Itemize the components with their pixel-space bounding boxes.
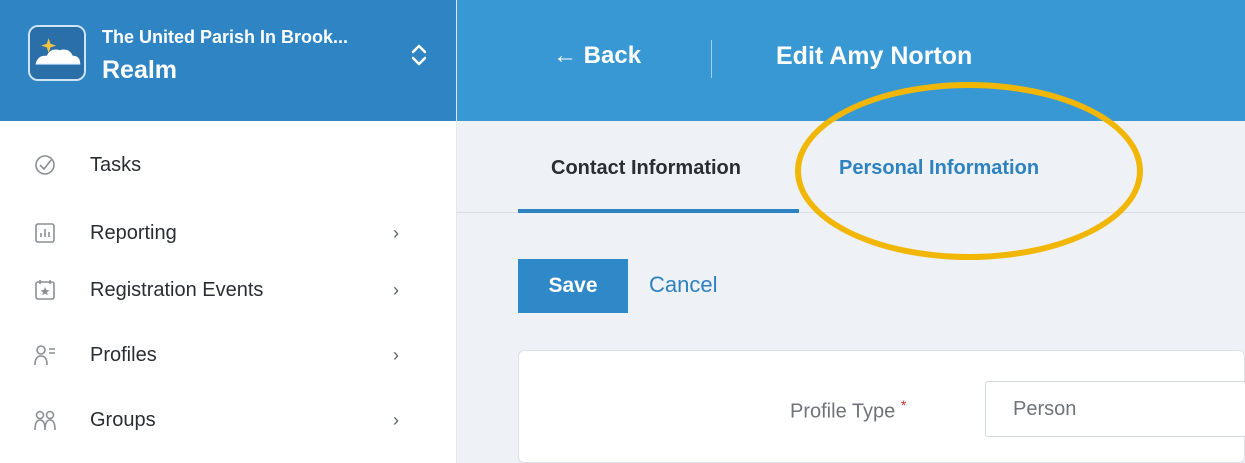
- org-name: The United Parish In Brook...: [102, 27, 349, 47]
- sidebar-item-tasks[interactable]: Tasks: [0, 121, 456, 209]
- profile-type-label-text: Profile Type: [790, 400, 896, 423]
- sidebar-item-label: Profiles: [90, 343, 157, 366]
- sidebar-nav: Tasks Reporting › Registration Events › …: [0, 121, 456, 453]
- bar-chart-icon: [34, 222, 56, 244]
- profile-type-label: Profile Type *: [790, 397, 906, 424]
- main-content: Contact Information Personal Information…: [457, 121, 1245, 463]
- required-marker: *: [900, 397, 907, 413]
- calendar-star-icon: [34, 279, 56, 301]
- form-card: Profile Type * Person: [518, 350, 1245, 463]
- sidebar-item-profiles[interactable]: Profiles ›: [0, 323, 456, 387]
- tab-bar: Contact Information Personal Information: [457, 121, 1245, 213]
- sidebar-item-label: Registration Events: [90, 278, 264, 301]
- cancel-link[interactable]: Cancel: [649, 272, 717, 298]
- realm-logo-icon: [28, 25, 86, 81]
- sidebar-item-label: Tasks: [90, 153, 142, 176]
- chevron-right-icon: ›: [393, 222, 399, 243]
- sidebar-item-label: Groups: [90, 408, 156, 431]
- sidebar-item-groups[interactable]: Groups ›: [0, 387, 456, 453]
- chevron-right-icon: ›: [393, 279, 399, 300]
- page-title: Edit Amy Norton: [776, 42, 973, 70]
- tab-contact-information[interactable]: Contact Information: [551, 157, 741, 180]
- header-divider: [711, 40, 712, 78]
- active-tab-indicator: [518, 209, 799, 213]
- sidebar: The United Parish In Brook... Realm Task…: [0, 0, 457, 463]
- tab-personal-information[interactable]: Personal Information: [839, 157, 1039, 180]
- profile-type-field[interactable]: Person: [985, 381, 1245, 437]
- save-button[interactable]: Save: [518, 259, 628, 313]
- page-header: ← Back Edit Amy Norton: [457, 0, 1245, 121]
- switch-org-icon[interactable]: [408, 40, 430, 70]
- product-name: Realm: [102, 56, 178, 84]
- person-list-icon: [34, 344, 56, 366]
- chevron-right-icon: ›: [393, 409, 399, 430]
- people-icon: [34, 409, 56, 431]
- check-circle-icon: [34, 154, 56, 176]
- chevron-right-icon: ›: [393, 344, 399, 365]
- sidebar-item-label: Reporting: [90, 221, 177, 244]
- sidebar-item-reporting[interactable]: Reporting ›: [0, 209, 456, 257]
- org-switcher[interactable]: The United Parish In Brook... Realm: [0, 0, 456, 121]
- back-button[interactable]: ← Back: [553, 42, 641, 70]
- sidebar-item-registration-events[interactable]: Registration Events ›: [0, 257, 456, 323]
